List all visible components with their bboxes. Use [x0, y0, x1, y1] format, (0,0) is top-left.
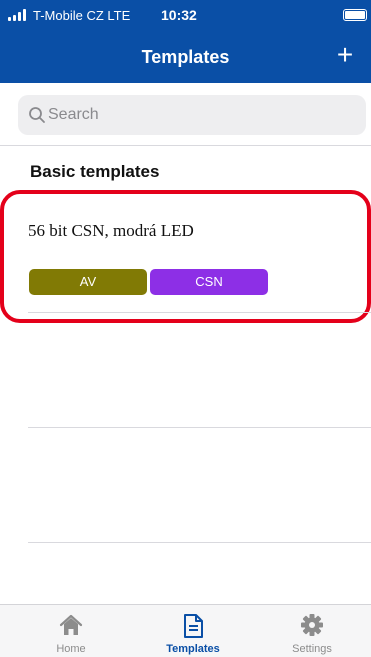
- tab-label-templates: Templates: [166, 643, 220, 655]
- page-title: Templates: [141, 47, 230, 67]
- add-template-button[interactable]: +: [331, 40, 359, 72]
- tag-av: AV: [29, 269, 147, 295]
- gear-icon: [301, 614, 323, 636]
- search-input[interactable]: [48, 95, 348, 135]
- app-header: T-Mobile CZ LTE 10:32 Templates +: [0, 0, 371, 83]
- tab-label-settings: Settings: [292, 643, 332, 655]
- battery-icon: [343, 9, 367, 21]
- tab-home[interactable]: Home: [11, 605, 131, 657]
- status-time: 10:32: [161, 7, 197, 23]
- template-list-item[interactable]: 56 bit CSN, modrá LED AV CSN: [0, 190, 371, 323]
- status-bar: T-Mobile CZ LTE 10:32: [0, 0, 371, 30]
- row-divider: [28, 427, 371, 428]
- app-screen: T-Mobile CZ LTE 10:32 Templates + Basic …: [0, 0, 371, 657]
- tag-csn: CSN: [150, 269, 268, 295]
- signal-strength-icon: [8, 9, 30, 21]
- section-title: Basic templates: [30, 162, 160, 181]
- tab-templates[interactable]: Templates: [133, 605, 253, 657]
- home-icon: [59, 614, 83, 635]
- search-divider: [0, 145, 371, 146]
- tab-bar: Home Templates Settings: [0, 604, 371, 657]
- search-icon: [29, 107, 45, 123]
- row-divider: [28, 542, 371, 543]
- search-bar[interactable]: [18, 95, 366, 135]
- template-name: 56 bit CSN, modrá LED: [28, 221, 194, 240]
- tab-label-home: Home: [56, 643, 86, 655]
- document-icon: [184, 614, 203, 638]
- tab-settings[interactable]: Settings: [252, 605, 371, 657]
- carrier-label: T-Mobile CZ LTE: [33, 8, 131, 23]
- row-divider: [28, 312, 371, 313]
